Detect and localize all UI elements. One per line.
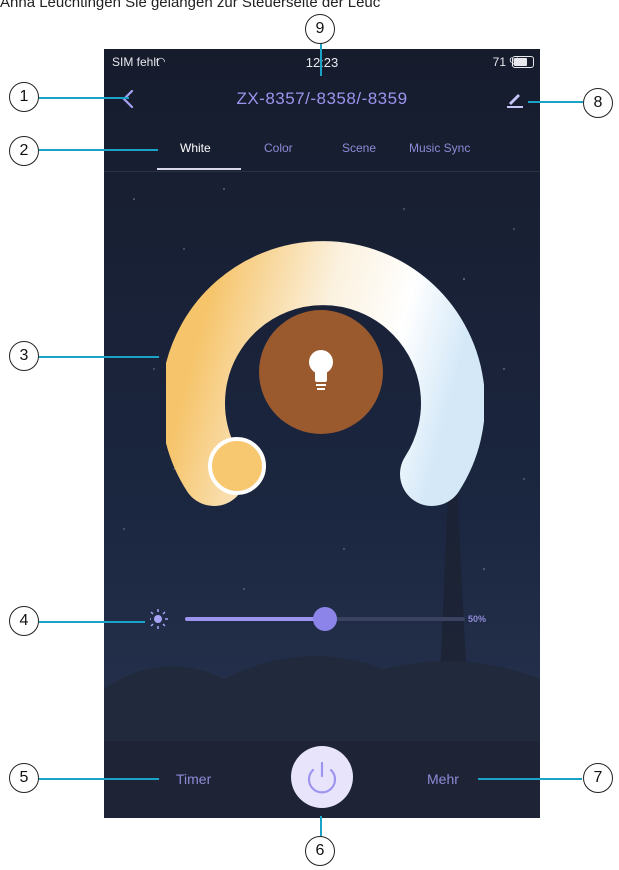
tab-scene[interactable]: Scene (342, 141, 376, 155)
callout-1: 1 (9, 82, 39, 112)
battery-icon (512, 56, 534, 68)
tab-white[interactable]: White (180, 141, 211, 155)
status-time: 12:23 (305, 55, 339, 70)
callout-leader-7 (478, 778, 582, 780)
mode-tabs: White Color Scene Music Sync (104, 137, 540, 173)
document-caption: Anna Leuchtingen Sie gelangen zur Steuer… (0, 0, 381, 11)
brightness-value: 50% (468, 614, 487, 624)
callout-7: 7 (583, 763, 613, 793)
more-button[interactable]: Mehr (427, 771, 459, 787)
brightness-fill (185, 617, 325, 621)
sun-icon (148, 609, 168, 629)
pencil-icon (507, 94, 523, 108)
temperature-handle[interactable] (208, 437, 266, 495)
callout-6: 6 (305, 836, 335, 866)
callout-leader-1 (39, 97, 129, 99)
power-icon (307, 761, 337, 794)
phone-screen: SIM fehlt ◠ 12:23 71 % ZX-8357/-8358/-83… (104, 49, 540, 818)
callout-3: 3 (9, 341, 39, 371)
tab-music-sync[interactable]: Music Sync (409, 141, 470, 155)
callout-leader-9 (320, 43, 322, 76)
callout-2: 2 (9, 136, 39, 166)
active-tab-indicator (157, 168, 241, 170)
tab-color[interactable]: Color (264, 141, 293, 155)
power-button[interactable] (291, 746, 353, 808)
callout-leader-6 (320, 816, 322, 836)
edit-button[interactable] (502, 85, 528, 111)
status-bar: SIM fehlt ◠ 12:23 71 % (104, 49, 540, 73)
timer-button[interactable]: Timer (176, 771, 211, 787)
callout-leader-3 (39, 356, 159, 358)
brightness-knob[interactable] (313, 607, 337, 631)
callout-leader-5 (39, 778, 159, 780)
tab-divider (104, 171, 540, 172)
device-title: ZX-8357/-8358/-8359 (236, 89, 408, 108)
callout-leader-4 (39, 621, 145, 623)
callout-4: 4 (9, 606, 39, 636)
callout-leader-8 (528, 101, 583, 103)
color-temperature-wheel[interactable] (166, 222, 484, 522)
callout-8: 8 (583, 88, 613, 118)
callout-9: 9 (305, 14, 335, 44)
callout-leader-2 (39, 149, 158, 151)
callout-5: 5 (9, 763, 39, 793)
